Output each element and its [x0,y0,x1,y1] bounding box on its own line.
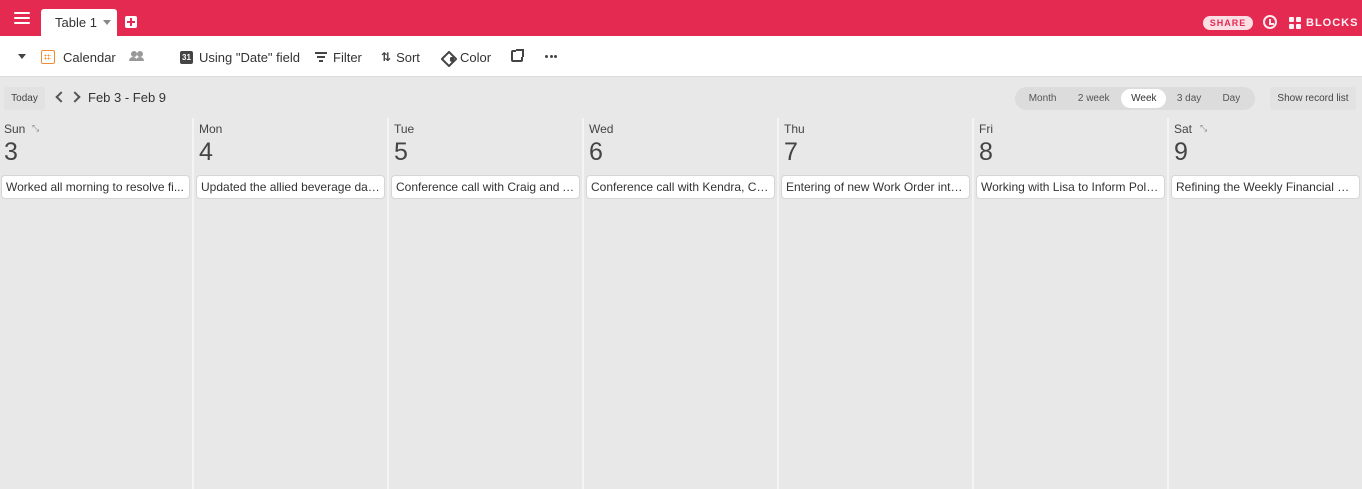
day-number: 9 [1174,138,1188,166]
menu-icon[interactable] [14,12,30,24]
day-column-mon[interactable]: Mon 4 Updated the allied beverage dat... [195,118,389,489]
collapse-icon[interactable]: ⤡ [32,123,42,133]
calendar-mode-switcher: Month 2 week Week 3 day Day [1015,87,1255,110]
view-name-button[interactable]: Calendar [41,48,116,66]
event-card[interactable]: Conference call with Kendra, Crai... [587,176,774,198]
collaborators-icon[interactable] [129,51,145,61]
day-name: Mon [199,122,223,136]
date-field-label: Using "Date" field [199,49,300,65]
view-switcher-toggle[interactable] [18,54,26,59]
day-number: 6 [589,138,603,166]
calendar-date-icon: 31 [180,50,193,64]
day-name: Sun [4,122,26,136]
tab-table-1[interactable]: Table 1 [41,9,117,36]
collapse-icon[interactable]: ⤡ [1200,123,1210,133]
sort-label: Sort [396,49,420,65]
day-name: Tue [394,122,415,136]
share-view-icon[interactable] [511,49,524,62]
day-name: Sat [1174,122,1193,136]
filter-label: Filter [333,49,362,65]
day-column-wed[interactable]: Wed 6 Conference call with Kendra, Crai.… [585,118,779,489]
day-column-sun[interactable]: Sun ⤡ 3 Worked all morning to resolve fi… [0,118,194,489]
history-icon[interactable] [1263,15,1277,29]
more-options-icon[interactable] [545,55,557,58]
day-column-fri[interactable]: Fri 8 Working with Lisa to Inform Polis.… [975,118,1169,489]
blocks-button[interactable]: BLOCKS [1289,16,1358,30]
event-card[interactable]: Working with Lisa to Inform Polis... [977,176,1164,198]
filter-button[interactable]: Filter [315,48,362,66]
event-card[interactable]: Entering of new Work Order into... [782,176,969,198]
filter-icon [315,52,327,62]
chevron-down-icon[interactable] [102,20,111,25]
day-column-sat[interactable]: Sat ⤡ 9 Refining the Weekly Financial Re… [1170,118,1362,489]
mode-day-button[interactable]: Day [1212,89,1251,108]
color-label: Color [460,49,492,65]
share-button[interactable]: SHARE [1203,16,1253,30]
add-table-button[interactable] [125,16,137,28]
previous-week-icon[interactable] [55,91,67,103]
blocks-label: BLOCKS [1306,17,1359,29]
day-number: 5 [394,138,408,166]
today-button[interactable]: Today [4,87,45,110]
date-range-label: Feb 3 - Feb 9 [88,90,167,105]
tab-label: Table 1 [55,15,97,30]
event-card[interactable]: Refining the Weekly Financial Re... [1172,176,1359,198]
day-number: 8 [979,138,993,166]
day-number: 7 [784,138,798,166]
calendar-icon [41,50,55,64]
mode-3-day-button[interactable]: 3 day [1166,89,1211,108]
view-toolbar: Calendar 31 Using "Date" field Filter ⇅ … [0,36,1362,77]
day-name: Wed [589,122,614,136]
week-grid: Sun ⤡ 3 Worked all morning to resolve fi… [0,118,1362,489]
day-number: 4 [199,138,213,166]
next-week-icon[interactable] [69,91,81,103]
mode-month-button[interactable]: Month [1019,89,1066,108]
top-bar: Table 1 SHARE BLOCKS [0,0,1362,36]
view-name: Calendar [63,49,116,65]
sort-icon: ⇅ [381,50,392,64]
color-button[interactable]: Color [442,48,491,66]
event-card[interactable]: Conference call with Craig and A... [392,176,579,198]
mode-2-week-button[interactable]: 2 week [1066,89,1121,108]
mode-week-button[interactable]: Week [1121,89,1167,108]
day-column-thu[interactable]: Thu 7 Entering of new Work Order into... [780,118,974,489]
day-number: 3 [4,138,18,166]
event-card[interactable]: Updated the allied beverage dat... [197,176,384,198]
sort-button[interactable]: ⇅ Sort [381,48,420,66]
date-field-button[interactable]: 31 Using "Date" field [180,48,300,66]
event-card[interactable]: Worked all morning to resolve fi... [2,176,189,198]
day-name: Thu [784,122,805,136]
blocks-icon [1289,17,1301,29]
day-name: Fri [979,122,993,136]
day-column-tue[interactable]: Tue 5 Conference call with Craig and A..… [390,118,584,489]
show-record-list-button[interactable]: Show record list [1270,87,1356,110]
paint-bucket-icon [442,51,454,63]
